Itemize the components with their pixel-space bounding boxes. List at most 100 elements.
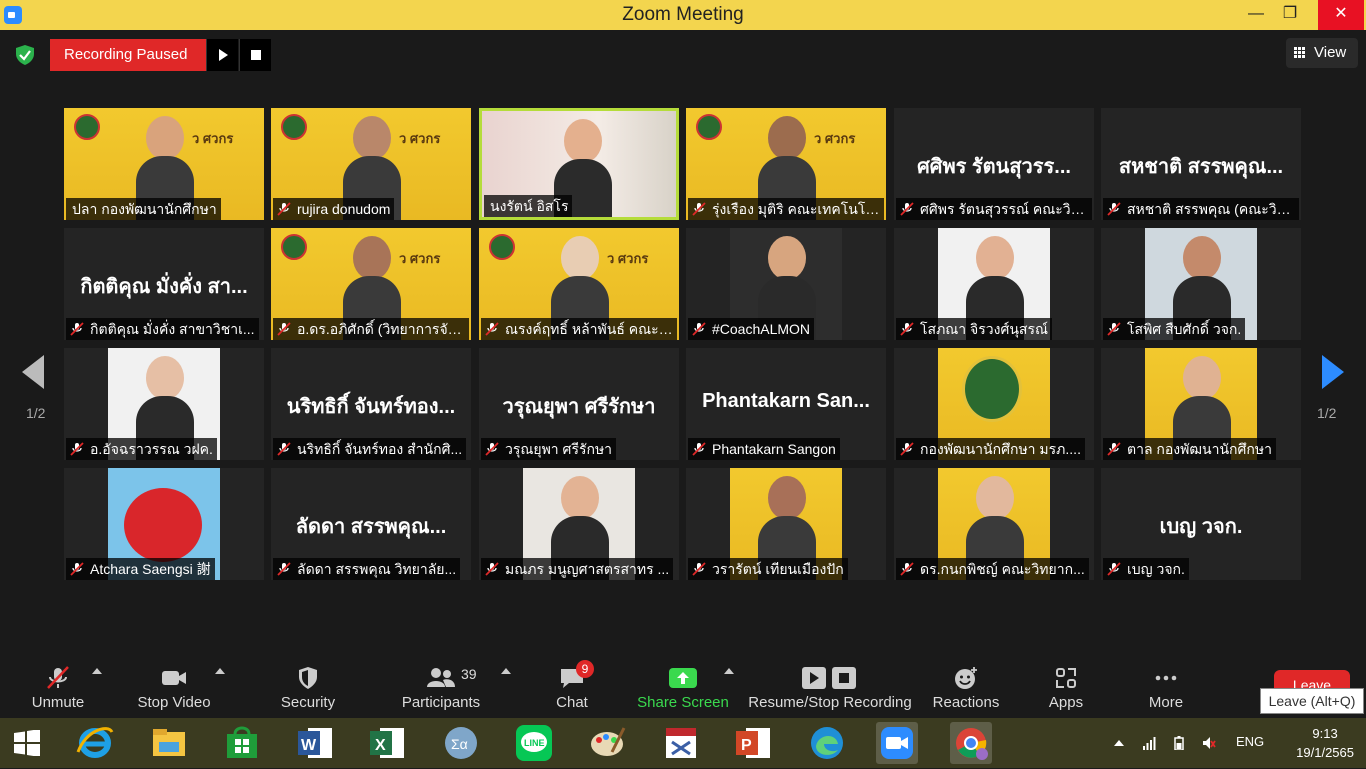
line-app-icon[interactable]: LINE <box>513 722 555 764</box>
muted-mic-icon <box>70 442 84 456</box>
participant-tile[interactable]: ดร.กนกพิชญ์ คณะวิทยาก... <box>894 468 1094 580</box>
stop-video-button[interactable]: Stop Video <box>134 660 214 718</box>
participant-name: รุ่งเรือง มุติริ คณะเทคโนโลย... <box>712 201 884 217</box>
windows-start-icon[interactable] <box>14 730 40 756</box>
participant-tile[interactable]: นงรัตน์ อิสโร <box>479 108 679 220</box>
university-emblem-icon <box>962 356 1022 422</box>
zoom-taskbar-icon[interactable] <box>876 722 918 764</box>
participant-name-label: โสภณา จิรวงศ์นุสรณ์ <box>896 318 1052 340</box>
banner-text: ว ศวกร <box>607 251 649 266</box>
unmute-label: Unmute <box>31 694 85 711</box>
microsoft-store-icon[interactable] <box>221 722 263 764</box>
participant-tile[interactable]: เบญ วจก. เบญ วจก. <box>1101 468 1301 580</box>
participant-tile[interactable]: ว ศวกร ณรงค์ฤทธิ์ หล้าพันธ์ คณะว... <box>479 228 679 340</box>
network-signal-icon[interactable] <box>1142 736 1156 750</box>
participant-display-name: กิตติคุณ มั่งคั่ง สา... <box>80 276 248 298</box>
video-options-caret-icon[interactable] <box>215 668 225 674</box>
microsoft-word-icon[interactable]: W <box>294 722 336 764</box>
university-logo-icon <box>74 114 100 140</box>
apps-label: Apps <box>1048 694 1084 711</box>
view-label: View <box>1314 44 1347 61</box>
participant-tile[interactable]: นริทธิกิ์ จันทร์ทอง... นริทธิกิ์ จันทร์ทอ… <box>271 348 471 460</box>
resume-stop-recording-button[interactable]: Resume/Stop Recording <box>748 660 912 718</box>
participant-tile[interactable]: ตาล กองพัฒนานักศึกษา <box>1101 348 1301 460</box>
microsoft-powerpoint-icon[interactable]: P <box>732 722 774 764</box>
participants-caret-icon[interactable] <box>501 668 511 674</box>
clock[interactable]: 9:13 19/1/2565 <box>1296 724 1354 762</box>
chat-button[interactable]: 9 Chat <box>540 660 604 718</box>
participant-tile[interactable]: โสภณา จิรวงศ์นุสรณ์ <box>894 228 1094 340</box>
reactions-button[interactable]: Reactions <box>928 660 1004 718</box>
participant-tile[interactable]: วรุณยุพา ศรีรักษา วรุณยุพา ศรีรักษา <box>479 348 679 460</box>
participant-name: Phantakarn Sangon <box>712 441 836 457</box>
unmute-button[interactable]: Unmute <box>20 660 96 718</box>
battery-icon[interactable] <box>1172 736 1186 750</box>
math-input-panel-icon[interactable]: Σα <box>440 722 482 764</box>
participant-tile[interactable]: ว ศวกร rujira donudom <box>271 108 471 220</box>
participant-tile[interactable]: อ.อัจฉราวรรณ วฝค. <box>64 348 264 460</box>
university-logo-icon <box>489 234 515 260</box>
participant-tile[interactable]: กิตติคุณ มั่งคั่ง สา... กิตติคุณ มั่งคั่ง… <box>64 228 264 340</box>
participant-display-name: วรุณยุพา ศรีรักษา <box>502 396 656 418</box>
close-button[interactable]: ✕ <box>1318 0 1364 30</box>
participant-tile[interactable]: ศศิพร รัตนสุวรร... ศศิพร รัตนสุวรรณ์ คณะว… <box>894 108 1094 220</box>
participant-name-label: นงรัตน์ อิสโร <box>484 195 573 217</box>
audio-options-caret-icon[interactable] <box>92 668 102 674</box>
muted-mic-icon <box>900 442 914 456</box>
security-button[interactable]: Security <box>270 660 346 718</box>
muted-mic-icon <box>1107 322 1121 336</box>
participant-display-name: นริทธิกิ์ จันทร์ทอง... <box>286 396 456 418</box>
page-indicator-left: 1/2 <box>26 405 46 421</box>
chrome-browser-icon[interactable] <box>950 722 992 764</box>
microsoft-excel-icon[interactable]: X <box>366 722 408 764</box>
microsoft-edge-icon[interactable] <box>806 722 848 764</box>
participant-tile[interactable]: ลัดดา สรรพคุณ... ลัดดา สรรพคุณ วิทยาลัย..… <box>271 468 471 580</box>
participant-tile[interactable]: โสพิศ สืบศักดิ์ วจก. <box>1101 228 1301 340</box>
participant-tile[interactable]: กองพัฒนานักศึกษา มรภ.... <box>894 348 1094 460</box>
show-hidden-icons-caret-icon[interactable] <box>1112 736 1126 750</box>
participant-name-label: rujira donudom <box>273 198 395 220</box>
security-label: Security <box>280 694 336 711</box>
participant-name: ศศิพร รัตนสุวรรณ์ คณะวิท... <box>920 201 1092 217</box>
participant-name-label: ดร.กนกพิชญ์ คณะวิทยาก... <box>896 558 1089 580</box>
participant-name-label: ปลา กองพัฒนานักศึกษา <box>66 198 221 220</box>
participant-name: โสภณา จิรวงศ์นุสรณ์ <box>920 321 1048 337</box>
stop-recording-button[interactable] <box>239 39 271 71</box>
security-shield-icon[interactable] <box>14 44 36 66</box>
share-screen-caret-icon[interactable] <box>724 668 734 674</box>
resume-recording-button[interactable] <box>206 39 238 71</box>
input-language[interactable]: ENG <box>1236 734 1264 749</box>
participant-tile[interactable]: Atchara Saengsi 謝 <box>64 468 264 580</box>
file-explorer-icon[interactable] <box>148 722 190 764</box>
participant-name: กองพัฒนานักศึกษา มรภ.... <box>920 441 1081 457</box>
previous-page-arrow-icon[interactable] <box>22 355 44 389</box>
muted-mic-icon <box>70 562 84 576</box>
participant-tile[interactable]: #CoachALMON <box>686 228 886 340</box>
clock-date: 19/1/2565 <box>1296 745 1354 760</box>
grid-icon <box>1294 47 1306 59</box>
participant-name-label: เบญ วจก. <box>1103 558 1189 580</box>
svg-text:W: W <box>301 737 317 754</box>
participant-tile[interactable]: ว ศวกร อ.ดร.อภิศักดิ์ (วิทยาการจัด... <box>271 228 471 340</box>
participant-display-name: Phantakarn San... <box>702 390 870 412</box>
participant-tile[interactable]: ว ศวกร ปลา กองพัฒนานักศึกษา <box>64 108 264 220</box>
video-camera-icon <box>162 671 186 685</box>
speaker-muted-icon[interactable] <box>1202 736 1216 750</box>
next-page-arrow-icon[interactable] <box>1322 355 1344 389</box>
maximize-button[interactable]: ❐ <box>1270 0 1310 30</box>
apps-button[interactable]: Apps <box>1034 660 1098 718</box>
participant-tile[interactable]: Phantakarn San... Phantakarn Sangon <box>686 348 886 460</box>
paint-palette-icon[interactable] <box>586 722 628 764</box>
lisrel-app-icon[interactable] <box>660 722 702 764</box>
participant-name: วรารัตน์ เทียนเมืองปัก <box>712 561 844 577</box>
participant-tile[interactable]: วรารัตน์ เทียนเมืองปัก <box>686 468 886 580</box>
more-label: More <box>1148 694 1184 711</box>
play-icon <box>219 49 228 61</box>
internet-explorer-icon[interactable] <box>74 722 116 764</box>
participant-tile[interactable]: สหชาติ สรรพคุณ... สหชาติ สรรพคุณ (คณะวิท.… <box>1101 108 1301 220</box>
participant-tile[interactable]: มณภร มนูญศาสตรสาทร ... <box>479 468 679 580</box>
share-screen-button[interactable]: Share Screen <box>636 660 730 718</box>
participant-tile[interactable]: ว ศวกร รุ่งเรือง มุติริ คณะเทคโนโลย... <box>686 108 886 220</box>
view-button[interactable]: View <box>1286 38 1358 68</box>
more-button[interactable]: More <box>1134 660 1198 718</box>
